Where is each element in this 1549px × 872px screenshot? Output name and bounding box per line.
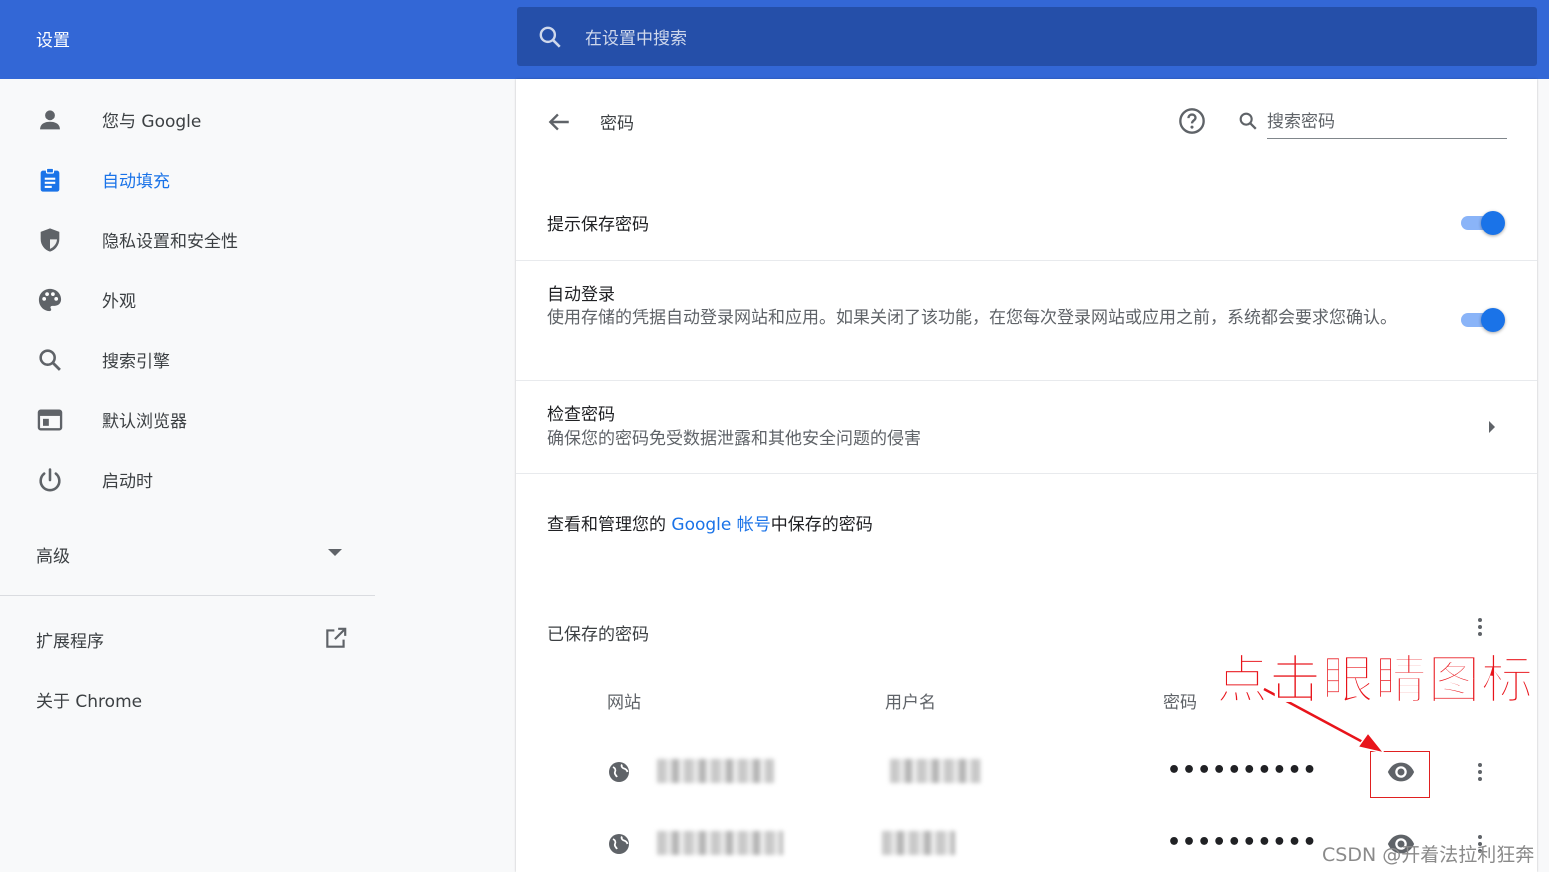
annotation-text: 点击眼睛图标 [1215,650,1535,712]
check-passwords-label: 检查密码 [547,405,615,425]
blurred-username [882,831,955,855]
google-account-link[interactable]: Google 帐号 [671,515,770,535]
sidebar-item-label: 您与 Google [102,112,202,132]
sidebar-item-autofill[interactable]: 自动填充 [0,149,516,209]
sidebar-divider [0,595,375,596]
auto-signin-row[interactable]: 自动登录 使用存储的凭据自动登录网站和应用。如果关闭了该功能，在您每次登录网站或… [516,261,1537,381]
masked-password: •••••••••• [1167,758,1318,783]
sidebar-item-label: 搜索引擎 [102,352,170,372]
settings-search-box[interactable]: 在设置中搜索 [517,7,1537,66]
row-more-actions-icon[interactable] [1477,761,1483,783]
power-icon [39,468,61,492]
offer-save-toggle[interactable] [1459,210,1507,236]
sidebar-item-appearance[interactable]: 外观 [0,269,516,329]
sidebar-item-privacy[interactable]: 隐私设置和安全性 [0,209,516,269]
check-passwords-row[interactable]: 检查密码 确保您的密码免受数据泄露和其他安全问题的侵害 [516,381,1537,474]
sidebar-item-extensions[interactable]: 扩展程序 [36,627,104,652]
check-passwords-description: 确保您的密码免受数据泄露和其他安全问题的侵害 [547,429,921,449]
sidebar: 您与 Google 自动填充 隐私设置和安全性 外观 搜索引擎 默认浏览器 启动… [0,79,516,872]
sidebar-item-label: 自动填充 [102,172,170,192]
auto-signin-label: 自动登录 [547,285,615,305]
dropdown-arrow-icon[interactable] [328,549,342,556]
blurred-website [657,759,774,783]
offer-save-passwords-row[interactable]: 提示保存密码 [516,180,1537,261]
column-header-password: 密码 [1163,693,1197,713]
palette-icon [38,288,62,312]
sidebar-advanced-toggle[interactable]: 高级 [36,542,70,567]
password-search-input[interactable]: 搜索密码 [1267,107,1507,139]
blurred-website [657,831,783,855]
auto-signin-description: 使用存储的凭据自动登录网站和应用。如果关闭了该功能，在您每次登录网站或应用之前，… [547,308,1397,328]
search-icon [1239,112,1257,130]
page-title: 密码 [600,114,634,134]
sidebar-item-label: 外观 [102,292,136,312]
help-icon[interactable] [1178,107,1206,135]
browser-window-icon [37,409,63,431]
sidebar-item-label: 启动时 [102,472,153,492]
sidebar-item-search-engine[interactable]: 搜索引擎 [0,329,516,389]
sidebar-item-label: 默认浏览器 [102,412,187,432]
sidebar-item-default-browser[interactable]: 默认浏览器 [0,389,516,449]
column-header-website: 网站 [607,693,641,713]
saved-passwords-heading: 已保存的密码 [547,625,649,645]
search-icon [39,349,61,371]
manage-google-account-text: 查看和管理您的 Google 帐号中保存的密码 [547,515,873,535]
sidebar-item-label: 隐私设置和安全性 [102,232,238,252]
back-arrow-icon[interactable] [546,109,572,135]
top-app-bar: 设置 在设置中搜索 [0,0,1549,79]
sidebar-item-on-startup[interactable]: 启动时 [0,449,516,509]
shield-icon [40,228,60,252]
person-icon [40,110,60,130]
settings-search-input[interactable]: 在设置中搜索 [585,24,687,49]
more-actions-icon[interactable] [1477,616,1483,638]
globe-icon [609,762,629,782]
column-header-username: 用户名 [885,693,936,713]
globe-icon [609,834,629,854]
sidebar-item-about-chrome[interactable]: 关于 Chrome [36,687,142,712]
sidebar-item-you-and-google[interactable]: 您与 Google [0,89,516,149]
clipboard-icon [40,167,60,192]
blurred-username [890,759,981,783]
app-title: 设置 [36,31,70,51]
open-in-new-icon[interactable] [323,625,349,651]
chevron-right-icon[interactable] [1489,421,1495,433]
masked-password: •••••••••• [1167,830,1318,855]
auto-signin-toggle[interactable] [1459,307,1507,333]
watermark: CSDN @开着法拉利狂奔 [1322,844,1535,866]
search-icon [539,26,561,48]
offer-save-label: 提示保存密码 [547,215,649,235]
